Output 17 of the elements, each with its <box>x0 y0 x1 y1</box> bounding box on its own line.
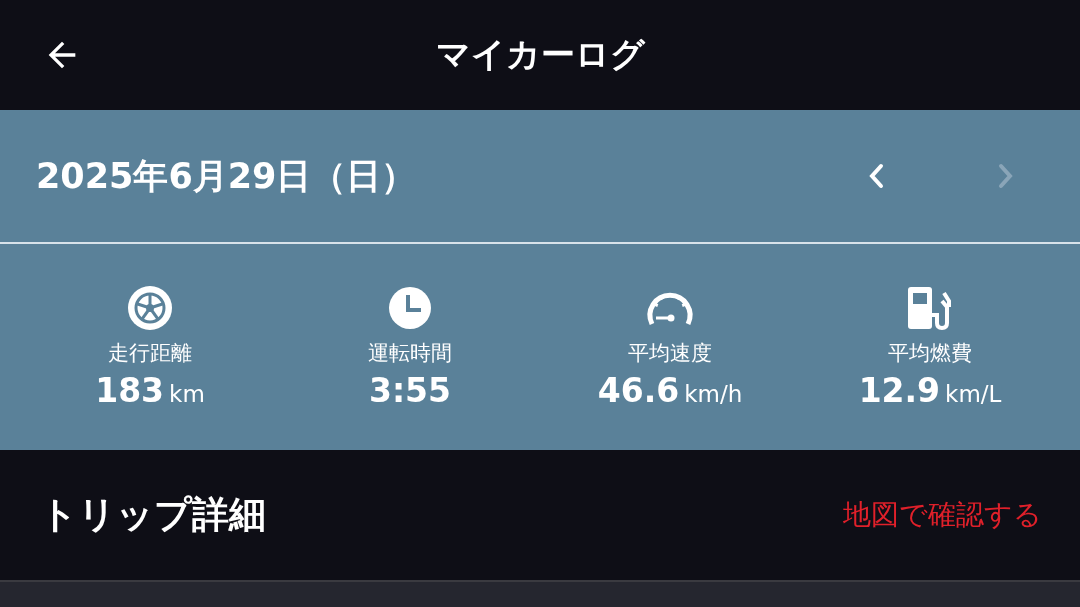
stat-value: 12.9 <box>858 370 941 410</box>
stat-unit: km/L <box>945 380 1002 407</box>
stat-label: 平均速度 <box>628 339 712 367</box>
stat-label: 平均燃費 <box>888 339 972 367</box>
stat-unit: km/h <box>684 380 743 407</box>
stat-unit: km <box>169 380 205 407</box>
clock-icon <box>387 284 433 331</box>
stat-value: 46.6 <box>597 370 680 410</box>
screen-title: マイカーログ <box>435 33 645 76</box>
stat-value: 3:55 <box>368 370 452 410</box>
wheel-icon <box>127 284 173 331</box>
stat-value: 183 <box>95 370 165 410</box>
date-label: 2025年6月29日（日） <box>36 154 418 198</box>
stat-label: 走行距離 <box>108 339 192 367</box>
stat-label: 運転時間 <box>368 339 452 367</box>
section-heading: トリップ詳細 <box>40 492 266 538</box>
view-map-link[interactable]: 地図で確認する <box>843 496 1042 534</box>
